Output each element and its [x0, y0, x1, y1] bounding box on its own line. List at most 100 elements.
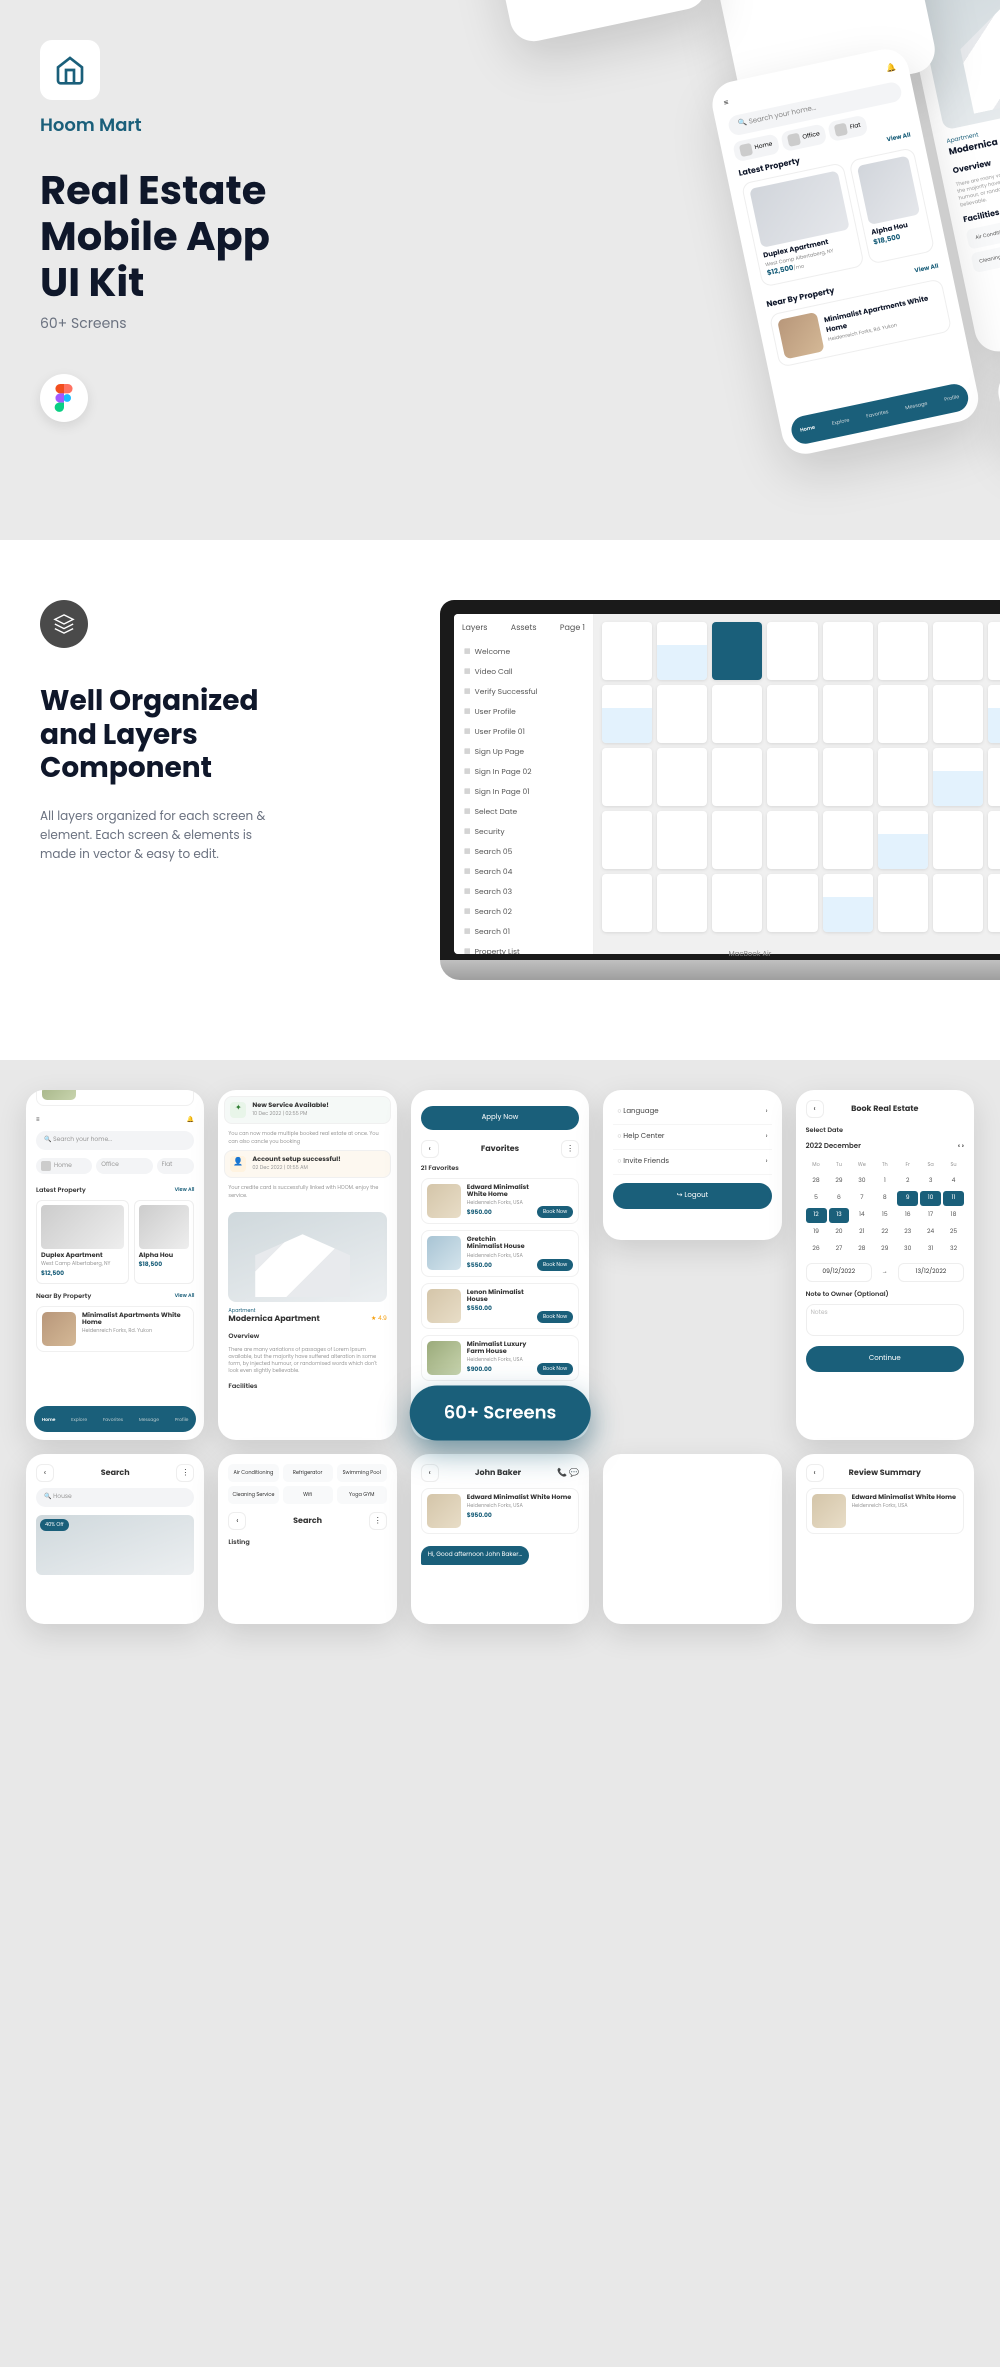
- layer-item[interactable]: Property List: [462, 942, 585, 954]
- layer-item[interactable]: Sign In Page 01: [462, 782, 585, 802]
- calendar-day[interactable]: 28: [806, 1174, 827, 1189]
- nav-profile[interactable]: Profile: [944, 393, 961, 404]
- layer-item[interactable]: Search 05: [462, 842, 585, 862]
- layer-item[interactable]: Sign Up Page: [462, 742, 585, 762]
- favorite-item[interactable]: Edward Minimalist White HomeHeidenreich …: [421, 1178, 579, 1224]
- calendar-day[interactable]: 30: [851, 1174, 872, 1189]
- menu-icon[interactable]: ≡: [36, 1116, 40, 1125]
- calendar-day[interactable]: 4: [943, 1174, 964, 1189]
- latest-card[interactable]: Alpha Hou $18,500: [849, 147, 935, 264]
- layer-item[interactable]: Select Date: [462, 802, 585, 822]
- search-input[interactable]: 🔍 House: [36, 1488, 194, 1507]
- calendar-day[interactable]: 1: [874, 1174, 895, 1189]
- menu-icon[interactable]: ≡: [723, 97, 730, 110]
- calendar-day[interactable]: 3: [920, 1174, 941, 1189]
- chip-home[interactable]: Home: [36, 1158, 92, 1174]
- back-button[interactable]: ‹: [806, 1100, 824, 1118]
- calendar-day[interactable]: 5: [806, 1191, 827, 1206]
- search-input[interactable]: 🔍 Search your home...: [36, 1131, 194, 1150]
- calendar-nav[interactable]: ‹ ›: [958, 1142, 964, 1152]
- layer-item[interactable]: Verify Successful: [462, 682, 585, 702]
- continue-button[interactable]: Continue: [806, 1346, 964, 1372]
- calendar-day[interactable]: 12: [806, 1208, 827, 1223]
- layer-item[interactable]: Search 01: [462, 922, 585, 942]
- back-button[interactable]: ‹: [421, 1464, 439, 1482]
- layer-item[interactable]: Search 03: [462, 882, 585, 902]
- canvas-screen-thumb: [823, 748, 873, 806]
- nearby-card[interactable]: Minimalist Apartments White HomeHeidenre…: [36, 1306, 194, 1352]
- chip-office[interactable]: Office: [96, 1158, 152, 1174]
- latest-card[interactable]: Duplex Apartment West Camp Albertaberg, …: [741, 162, 865, 287]
- canvas-screen-thumb: [878, 874, 928, 932]
- calendar-day[interactable]: 30: [897, 1242, 918, 1257]
- back-button[interactable]: ‹: [421, 1140, 439, 1158]
- chip-flat[interactable]: Flat: [157, 1158, 195, 1174]
- bell-icon[interactable]: 🔔: [885, 61, 897, 75]
- nav-home[interactable]: Home: [799, 424, 815, 435]
- calendar-day[interactable]: 32: [943, 1242, 964, 1257]
- calendar-day[interactable]: 13: [829, 1208, 850, 1223]
- calendar-day[interactable]: 29: [874, 1242, 895, 1257]
- calendar-day[interactable]: 21: [851, 1225, 872, 1240]
- back-button[interactable]: ‹: [806, 1464, 824, 1482]
- back-button[interactable]: ‹: [36, 1464, 54, 1482]
- calendar-day[interactable]: 28: [851, 1242, 872, 1257]
- layer-item[interactable]: User Profile 01: [462, 722, 585, 742]
- nav-message[interactable]: Message: [905, 400, 929, 413]
- calendar-day[interactable]: 16: [897, 1208, 918, 1223]
- calendar-day[interactable]: 7: [851, 1191, 872, 1206]
- nav-explore[interactable]: Explore: [831, 416, 850, 428]
- calendar-day[interactable]: 24: [920, 1225, 941, 1240]
- chip-home[interactable]: Home: [732, 133, 780, 162]
- calendar-day[interactable]: 15: [874, 1208, 895, 1223]
- layer-item[interactable]: User Profile: [462, 702, 585, 722]
- favorite-item[interactable]: Gretchin Minimalist HouseHeidenreich For…: [421, 1230, 579, 1276]
- favorite-item[interactable]: Minimalist Luxury Farm HouseHeidenreich …: [421, 1335, 579, 1381]
- date-from[interactable]: 09/12/2022: [806, 1263, 872, 1282]
- calendar-day[interactable]: 26: [806, 1242, 827, 1257]
- property-card[interactable]: Alpha Hou $18,500: [134, 1200, 195, 1284]
- calendar-day[interactable]: 18: [943, 1208, 964, 1223]
- calendar-day[interactable]: 11: [943, 1191, 964, 1206]
- calendar-day[interactable]: 9: [897, 1191, 918, 1206]
- calendar-day[interactable]: 22: [874, 1225, 895, 1240]
- calendar-day[interactable]: 20: [829, 1225, 850, 1240]
- property-card[interactable]: Duplex Apartment West Camp Albertaberg, …: [36, 1200, 129, 1284]
- nav-favorites[interactable]: Favorites: [866, 408, 890, 421]
- calendar-day[interactable]: 31: [920, 1242, 941, 1257]
- apply-button[interactable]: Apply Now: [421, 1106, 579, 1130]
- settings-invite[interactable]: Invite Friends›: [613, 1150, 771, 1175]
- layer-item[interactable]: Search 04: [462, 862, 585, 882]
- calendar-day[interactable]: 6: [829, 1191, 850, 1206]
- logout-button[interactable]: ↪ Logout: [613, 1183, 771, 1209]
- layer-item[interactable]: Welcome: [462, 642, 585, 662]
- brand-logo: [40, 40, 100, 100]
- favorite-item[interactable]: Lenon Minimalist House$550.00Book Now: [421, 1283, 579, 1329]
- calendar-day[interactable]: 19: [806, 1225, 827, 1240]
- bell-icon[interactable]: 🔔: [187, 1116, 194, 1125]
- back-button[interactable]: ‹: [228, 1512, 246, 1530]
- calendar-day[interactable]: 2: [897, 1174, 918, 1189]
- layer-item[interactable]: Sign In Page 02: [462, 762, 585, 782]
- layer-item[interactable]: Video Call: [462, 662, 585, 682]
- chip-flat[interactable]: Flat: [828, 115, 869, 142]
- canvas-screen-thumb: [933, 811, 983, 869]
- calendar-day[interactable]: 10: [920, 1191, 941, 1206]
- layer-item[interactable]: Search 02: [462, 902, 585, 922]
- notes-input[interactable]: Notes: [806, 1304, 964, 1336]
- calendar-day[interactable]: 23: [897, 1225, 918, 1240]
- settings-help[interactable]: Help Center›: [613, 1125, 771, 1150]
- calendar-day[interactable]: 17: [920, 1208, 941, 1223]
- more-button[interactable]: ⋮: [561, 1140, 579, 1158]
- more-button[interactable]: ⋮: [176, 1464, 194, 1482]
- settings-language[interactable]: Language›: [613, 1100, 771, 1125]
- calendar-day[interactable]: 14: [851, 1208, 872, 1223]
- chip-office[interactable]: Office: [780, 123, 828, 152]
- canvas-screen-thumb: [767, 811, 817, 869]
- calendar-day[interactable]: 25: [943, 1225, 964, 1240]
- calendar-day[interactable]: 8: [874, 1191, 895, 1206]
- date-to[interactable]: 13/12/2022: [898, 1263, 964, 1282]
- calendar-day[interactable]: 29: [829, 1174, 850, 1189]
- calendar-day[interactable]: 27: [829, 1242, 850, 1257]
- layer-item[interactable]: Security: [462, 822, 585, 842]
